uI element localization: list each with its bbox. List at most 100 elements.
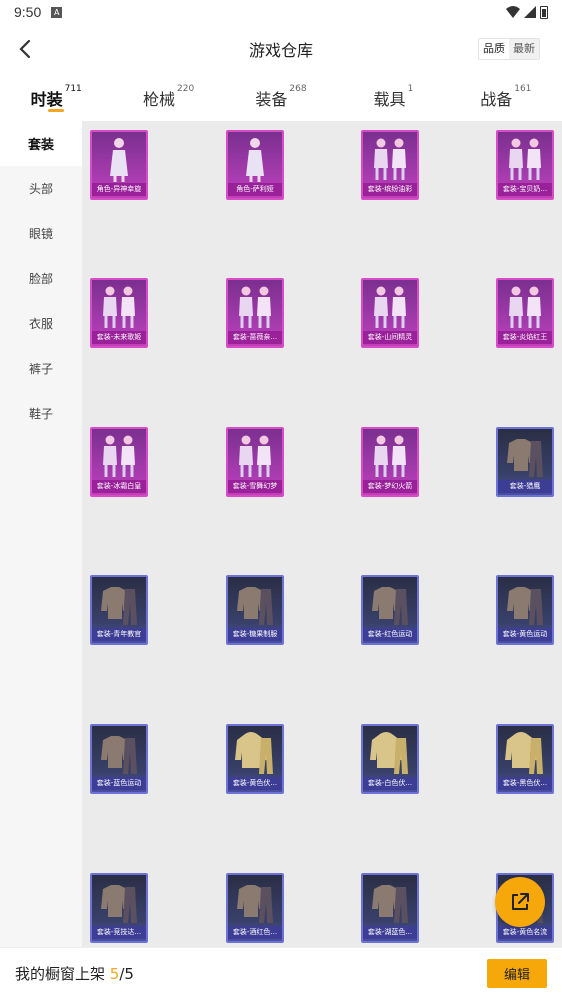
item-name: 套装-竞技达... [92, 926, 146, 939]
tab-guns[interactable]: 枪械 220 [112, 78, 224, 118]
showcase-status: 我的橱窗上架 5/5 [15, 963, 134, 984]
item-card[interactable]: 套装-糖果制服 [226, 575, 284, 645]
tab-count: 161 [514, 84, 532, 94]
tab-equipment[interactable]: 装备 268 [225, 78, 337, 118]
item-card[interactable]: 套装-蓝色运动 [90, 724, 148, 794]
jacket-icon [498, 429, 552, 483]
tab-label: 装备 [255, 90, 288, 109]
app-header: 游戏仓库 品质 最新 [0, 24, 562, 74]
item-card[interactable]: 套装-雪舞幻梦 [226, 427, 284, 497]
item-name: 套装-糖果制服 [228, 628, 282, 641]
item-card[interactable]: 套装-炎焰红王 [496, 278, 554, 348]
tab-supplies[interactable]: 战备 161 [450, 78, 562, 118]
status-icons [506, 5, 548, 19]
sidebar-item-suit[interactable]: 套装 [0, 121, 82, 166]
tab-label: 载具 [373, 90, 406, 109]
item-name: 套装-蔷薇亲... [228, 331, 282, 344]
item-card[interactable]: 套装-梦幻火箭 [361, 427, 419, 497]
sidebar-item-glasses[interactable]: 眼镜 [0, 211, 82, 256]
item-card[interactable]: 套装-山间精灵 [361, 278, 419, 348]
jacket-icon [92, 577, 146, 631]
item-name: 套装-黑色伏... [498, 777, 552, 790]
item-name: 套装-黄色伏... [228, 777, 282, 790]
jacket-icon [363, 577, 417, 631]
tab-label: 时装 [30, 90, 63, 109]
item-name: 套装-湖蓝色... [363, 926, 417, 939]
sidebar-item-face[interactable]: 脸部 [0, 256, 82, 301]
item-card[interactable]: 套装-青年教官 [90, 575, 148, 645]
item-name: 套装-猎鹰 [498, 480, 552, 493]
outfit-pair-icon [228, 429, 282, 483]
item-name: 套装-雪舞幻梦 [228, 480, 282, 493]
item-card[interactable]: 套装-猎鹰 [496, 427, 554, 497]
sidebar-item-clothes[interactable]: 衣服 [0, 301, 82, 346]
showcase-total: 5 [124, 965, 134, 983]
jacket-icon [228, 875, 282, 929]
hoodie-icon [363, 726, 417, 780]
item-card[interactable]: 套装-黑色伏... [496, 724, 554, 794]
outfit-pair-icon [363, 132, 417, 186]
item-name: 套装-青年教官 [92, 628, 146, 641]
sort-quality-option[interactable]: 品质 [479, 39, 509, 59]
item-name: 套装-白色伏... [363, 777, 417, 790]
item-card[interactable]: 套装-湖蓝色... [361, 873, 419, 943]
item-card[interactable]: 套装-白色伏... [361, 724, 419, 794]
tab-count: 711 [64, 84, 82, 94]
battery-icon [540, 5, 548, 19]
item-card[interactable]: 套装-红色运动 [361, 575, 419, 645]
sort-newest-option[interactable]: 最新 [509, 39, 539, 59]
status-bar: 9:50 A [0, 0, 562, 24]
item-card[interactable]: 角色-萨利娅 [226, 130, 284, 200]
outfit-pair-icon [363, 280, 417, 334]
item-card[interactable]: 套装-宝贝奶... [496, 130, 554, 200]
tab-vehicles[interactable]: 载具 1 [337, 78, 449, 118]
outfit-pair-icon [498, 132, 552, 186]
item-name: 套装-冰霜白皇 [92, 480, 146, 493]
bottom-bar: 我的橱窗上架 5/5 编辑 [0, 947, 562, 999]
hoodie-icon [498, 726, 552, 780]
jacket-icon [92, 726, 146, 780]
item-name: 套装-山间精灵 [363, 331, 417, 344]
share-button[interactable] [495, 877, 545, 927]
item-name: 套装-缤纷油彩 [363, 183, 417, 196]
item-card[interactable]: 套装-缤纷油彩 [361, 130, 419, 200]
back-button[interactable] [12, 36, 38, 62]
back-arrow-icon [19, 39, 31, 59]
item-card[interactable]: 套装-黄色伏... [226, 724, 284, 794]
item-name: 套装-未来歌姬 [92, 331, 146, 344]
item-grid: 角色-异神幸旋 角色-萨利娅 套装-缤纷油彩 套装-宝贝奶... 套装-未来歌姬 套装-蔷… [82, 121, 562, 947]
sidebar-item-shoes[interactable]: 鞋子 [0, 391, 82, 436]
tab-count: 220 [177, 84, 195, 94]
signal-icon [524, 6, 536, 18]
hoodie-icon [228, 726, 282, 780]
tab-label: 枪械 [143, 90, 176, 109]
item-name: 套装-酒红色... [228, 926, 282, 939]
category-tabs: 时装 711 枪械 220 装备 268 载具 1 战备 161 [0, 78, 562, 118]
item-card[interactable]: 套装-黄色运动 [496, 575, 554, 645]
item-card[interactable]: 套装-酒红色... [226, 873, 284, 943]
item-name: 套装-炎焰红王 [498, 331, 552, 344]
item-card[interactable]: 套装-冰霜白皇 [90, 427, 148, 497]
item-card[interactable]: 套装-未来歌姬 [90, 278, 148, 348]
tab-fashion[interactable]: 时装 711 [0, 78, 112, 118]
item-card[interactable]: 套装-蔷薇亲... [226, 278, 284, 348]
jacket-icon [498, 577, 552, 631]
sidebar: 套装 头部 眼镜 脸部 衣服 裤子 鞋子 [0, 121, 82, 947]
tab-count: 1 [407, 84, 414, 94]
jacket-icon [92, 875, 146, 929]
showcase-label: 我的橱窗上架 [15, 965, 106, 983]
item-card[interactable]: 套装-竞技达... [90, 873, 148, 943]
sidebar-item-pants[interactable]: 裤子 [0, 346, 82, 391]
outfit-pair-icon [363, 429, 417, 483]
item-name: 套装-梦幻火箭 [363, 480, 417, 493]
item-name: 套装-宝贝奶... [498, 183, 552, 196]
item-card[interactable]: 角色-异神幸旋 [90, 130, 148, 200]
status-time: 9:50 [14, 4, 42, 20]
item-name: 套装-黄色运动 [498, 628, 552, 641]
edit-button[interactable]: 编辑 [487, 959, 547, 988]
outfit-pair-icon [498, 280, 552, 334]
notification-icon: A [51, 6, 63, 18]
character-icon [92, 132, 146, 186]
jacket-icon [363, 875, 417, 929]
sidebar-item-head[interactable]: 头部 [0, 166, 82, 211]
